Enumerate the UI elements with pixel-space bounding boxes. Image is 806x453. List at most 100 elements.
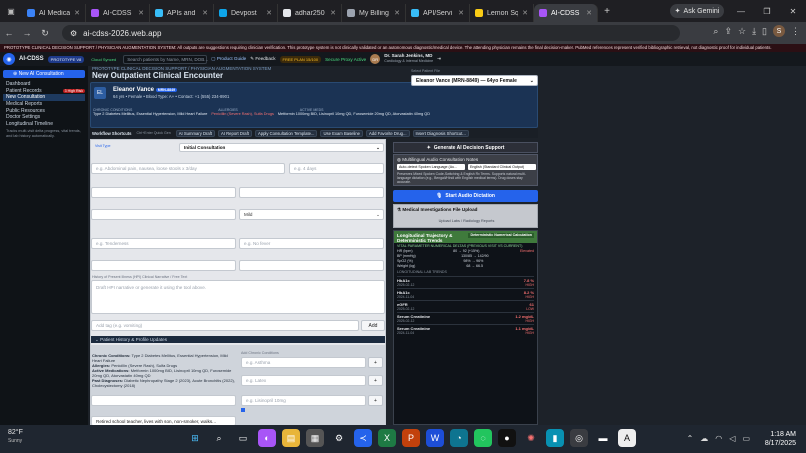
terminal-icon[interactable]: ▬: [594, 429, 612, 447]
new-consultation-button[interactable]: ⊕ New AI Consultation: [3, 70, 85, 78]
zoom-icon[interactable]: ⌕: [713, 26, 718, 37]
obs-icon[interactable]: ●: [498, 429, 516, 447]
tab-close-icon[interactable]: ✕: [266, 9, 272, 17]
browser-tab[interactable]: Lemon Sq ✕: [470, 4, 534, 22]
tab-close-icon[interactable]: ✕: [330, 9, 336, 17]
vscode-icon[interactable]: ≺: [354, 429, 372, 447]
patient-file-select[interactable]: Eleanor Vance (MRN-8849) — 64yo Female ⌄: [411, 75, 538, 86]
browser-tab[interactable]: AI-CDSS ✕: [86, 4, 150, 22]
sidebar-item[interactable]: Doctor Settings: [3, 114, 85, 121]
tab-close-icon[interactable]: ✕: [202, 9, 208, 17]
interaction-check-checkbox[interactable]: [241, 408, 245, 412]
word-icon[interactable]: W: [426, 429, 444, 447]
doctor-avatar[interactable]: DR: [370, 54, 381, 64]
volume-icon[interactable]: ◁: [729, 434, 735, 443]
store-icon[interactable]: ▦: [306, 429, 324, 447]
browser-tab[interactable]: AI Medica ✕: [22, 4, 86, 22]
generate-decision-support-button[interactable]: ✦ Generate AI Decision Support: [393, 142, 538, 153]
search-icon[interactable]: ⌕: [210, 429, 228, 447]
notepad-icon[interactable]: ▮: [546, 429, 564, 447]
browser-tab[interactable]: APIs and ✕: [150, 4, 214, 22]
add-medication-button[interactable]: +: [368, 395, 383, 406]
hpi-textarea[interactable]: Draft HPI narrative or generate it using…: [91, 280, 385, 314]
severity-select[interactable]: Mild ⌄: [239, 209, 384, 220]
whatsapp-icon[interactable]: ◌: [474, 429, 492, 447]
wifi-icon[interactable]: ◠: [715, 434, 722, 443]
browser-tab[interactable]: API/Servi ✕: [406, 4, 470, 22]
plan-badge[interactable]: FREE PLAN 15/100: [279, 55, 322, 63]
duration-input[interactable]: e.g. 4 days: [289, 163, 384, 174]
tab-close-icon[interactable]: ✕: [458, 9, 464, 17]
menu-icon[interactable]: ⋮: [791, 26, 800, 37]
tab-close-icon[interactable]: ✕: [394, 9, 400, 17]
workflow-shortcut-button[interactable]: AI Summary Draft: [175, 129, 216, 137]
relieving-input[interactable]: [239, 260, 384, 271]
split-view-icon[interactable]: ▯: [762, 26, 767, 37]
workflow-shortcut-button[interactable]: AI Report Draft: [218, 129, 252, 137]
output-language-select[interactable]: English (Standard Clinical Output): [468, 164, 536, 170]
url-field[interactable]: ⚙ ai-cdss-2026.web.app: [62, 25, 680, 41]
social-history-input[interactable]: Retired school teacher, lives with son, …: [91, 416, 236, 425]
weather-widget[interactable]: 82°F Sunny: [8, 429, 23, 445]
tab-close-icon[interactable]: ✕: [586, 9, 592, 17]
ask-gemini-button[interactable]: ✦ Ask Gemini: [670, 4, 724, 18]
file-explorer-icon[interactable]: ▤: [282, 429, 300, 447]
new-tab-button[interactable]: +: [598, 6, 616, 17]
settings-icon[interactable]: ⚙: [330, 429, 348, 447]
workflow-shortcut-button[interactable]: Apply Consultation Template...: [254, 129, 318, 137]
add-tag-button[interactable]: Add: [361, 320, 385, 331]
associated-symptoms-input[interactable]: e.g. No fever: [239, 238, 384, 249]
add-condition-button[interactable]: +: [368, 357, 383, 368]
cloud-icon[interactable]: ☁: [700, 434, 708, 443]
claude-icon[interactable]: ✺: [522, 429, 540, 447]
tab-close-icon[interactable]: ✕: [138, 9, 144, 17]
sidebar-item[interactable]: Patient Records 3 High Risk: [3, 88, 85, 95]
workflow-shortcut-button[interactable]: Use Exam Baseline: [320, 129, 364, 137]
location-input[interactable]: [91, 209, 236, 220]
sidebar-item[interactable]: Public Resources: [3, 107, 85, 114]
add-allergy-input[interactable]: e.g. Latex: [241, 375, 366, 386]
site-info-icon[interactable]: ⚙: [70, 29, 77, 38]
start-audio-dictation-button[interactable]: 🎙 Start Audio Dictation: [393, 190, 538, 202]
profile-avatar[interactable]: S: [773, 25, 785, 37]
feedback-link[interactable]: ✎ Feedback: [250, 56, 275, 62]
add-allergy-button[interactable]: +: [368, 375, 383, 386]
spoken-language-select[interactable]: Auto-detect Spoken Language (Au...: [397, 164, 465, 170]
edge-icon[interactable]: ◔: [450, 429, 468, 447]
back-icon[interactable]: ←: [0, 28, 18, 38]
sidebar-item[interactable]: Longitudinal Timeline: [3, 121, 85, 128]
reload-icon[interactable]: ↻: [36, 28, 54, 39]
powerpoint-icon[interactable]: P: [402, 429, 420, 447]
download-icon[interactable]: ⤓: [752, 26, 756, 37]
symptom-tag-input[interactable]: Add tag (e.g. vomiting): [91, 320, 359, 331]
copilot-icon[interactable]: ◐: [258, 429, 276, 447]
clock[interactable]: 1:18 AM 8/17/2025: [765, 430, 796, 448]
tab-close-icon[interactable]: ✕: [74, 9, 80, 17]
browser-tab[interactable]: My Billing ✕: [342, 4, 406, 22]
sidebar-item[interactable]: Dashboard: [3, 81, 85, 88]
browser-tab[interactable]: AI-CDSS ✕: [534, 4, 598, 22]
task-view-icon[interactable]: ▭: [234, 429, 252, 447]
sidebar-item[interactable]: New Consultation: [3, 94, 85, 101]
windows-start-icon[interactable]: ⊞: [186, 429, 204, 447]
sidebar-item[interactable]: Medical Reports: [3, 101, 85, 108]
aggravating-input[interactable]: [91, 260, 236, 271]
browser-tab[interactable]: adhar250 ✕: [278, 4, 342, 22]
share-icon[interactable]: ⇪: [724, 26, 732, 37]
battery-icon[interactable]: ▭: [742, 434, 750, 443]
tab-search-icon[interactable]: ▣: [0, 0, 22, 22]
onset-input[interactable]: [91, 187, 236, 198]
browser-tab[interactable]: Devpost ✕: [214, 4, 278, 22]
chief-complaint-input[interactable]: e.g. Abdominal pain, nausea, loose stool…: [91, 163, 285, 174]
patient-search-input[interactable]: Search patients by Name, MRN, DOB...: [123, 54, 208, 64]
product-guide-link[interactable]: ▢ Product Guide: [211, 56, 246, 62]
chevron-up-icon[interactable]: ⌃: [687, 434, 694, 443]
ai-app-icon[interactable]: A: [618, 429, 636, 447]
close-icon[interactable]: ✕: [780, 0, 806, 22]
past-diagnosis-input[interactable]: [91, 395, 236, 406]
add-condition-input[interactable]: e.g. Asthma: [241, 357, 366, 368]
exam-findings-input[interactable]: e.g. Tenderness: [91, 238, 236, 249]
tab-close-icon[interactable]: ✕: [522, 9, 528, 17]
investigations-upload-panel[interactable]: ⚗ Medical Investigations File Upload Upl…: [393, 204, 538, 228]
character-input[interactable]: [239, 187, 384, 198]
